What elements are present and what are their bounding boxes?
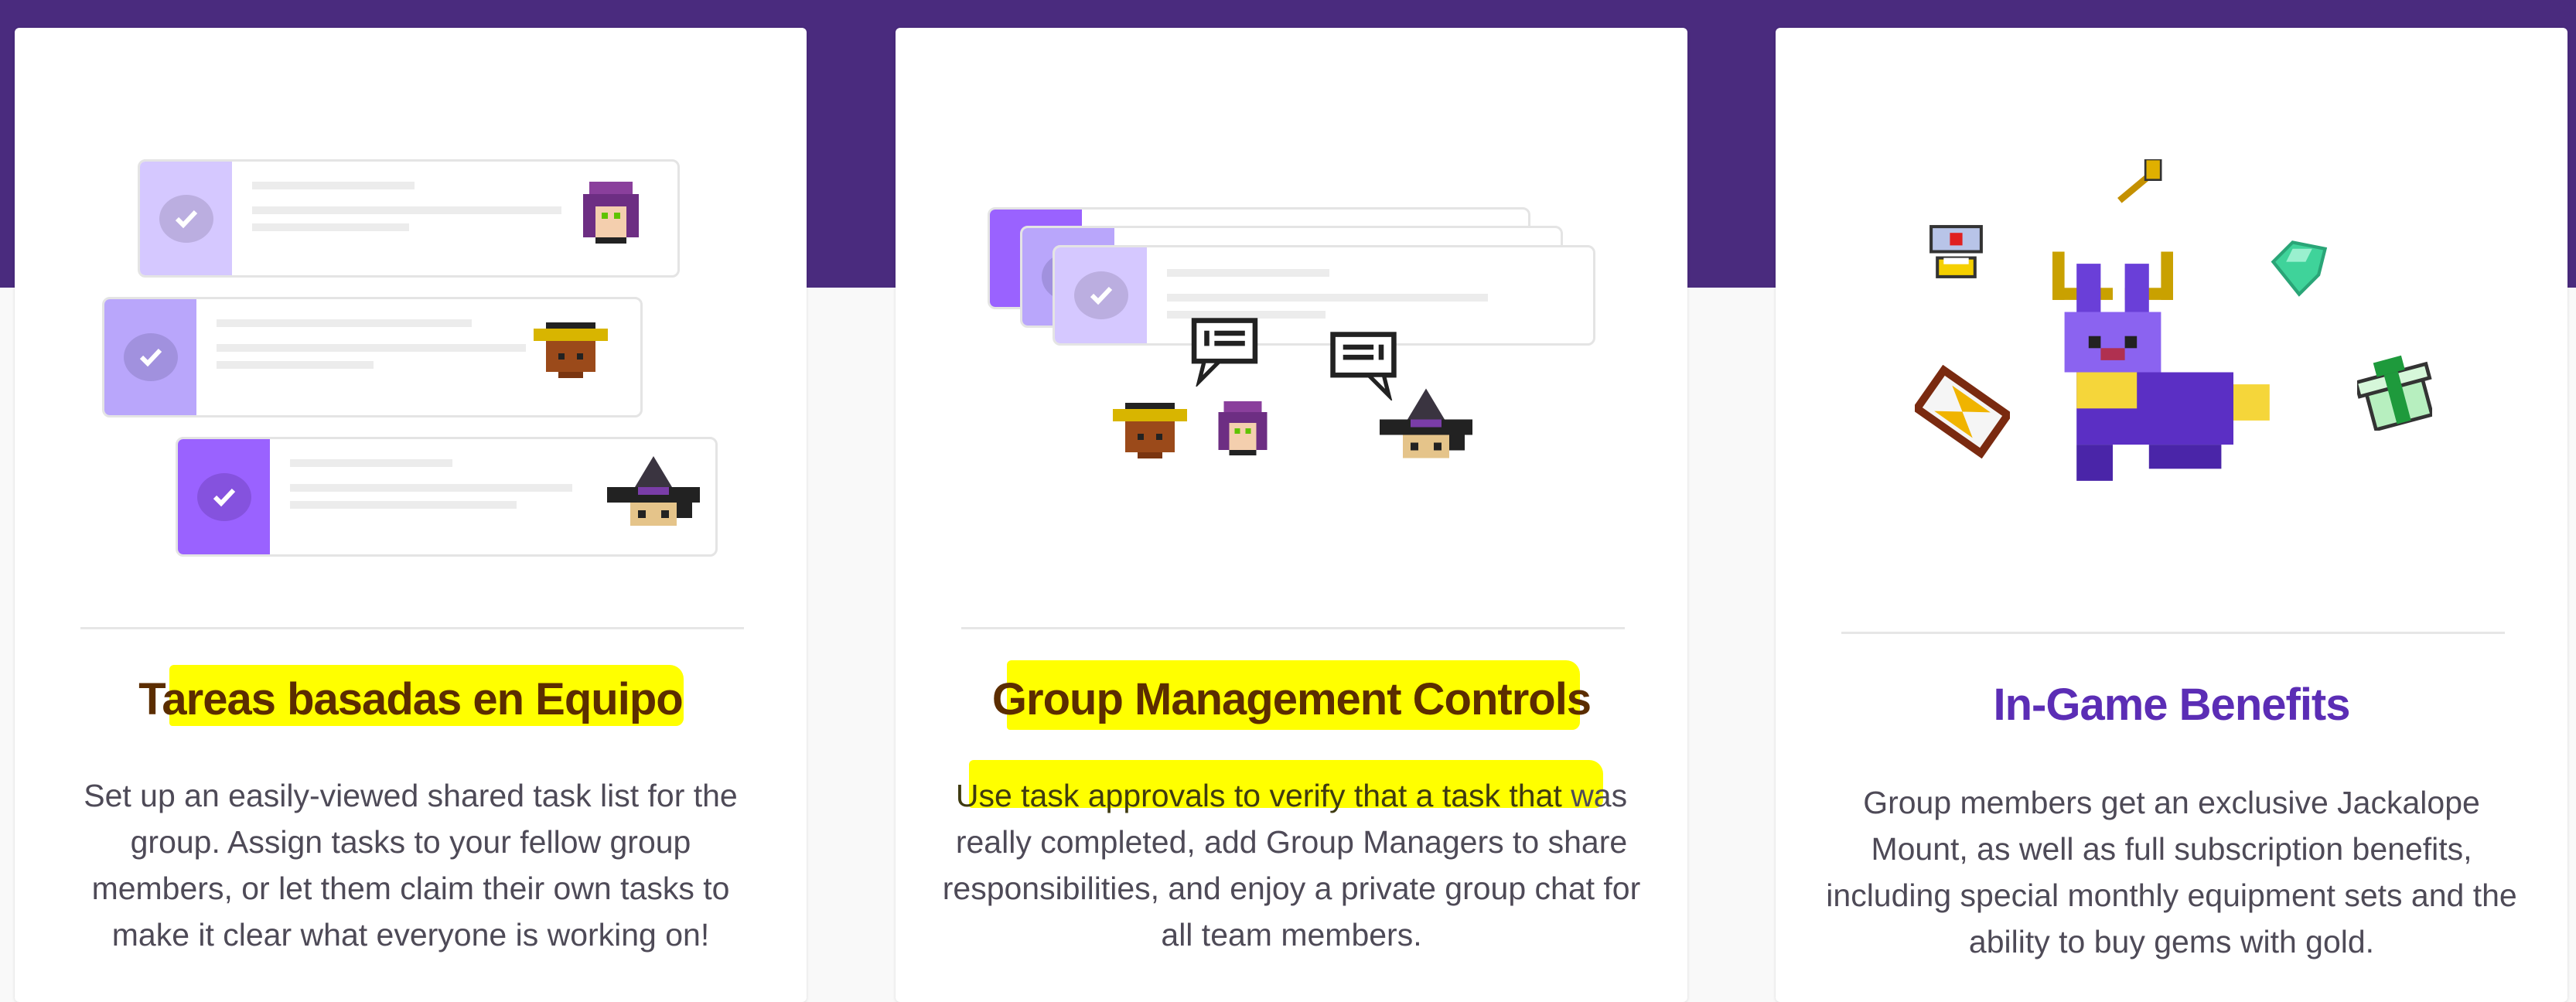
- avatar-purple-hood-icon: [1218, 401, 1268, 455]
- task-row: [138, 159, 680, 278]
- feature-card-team-tasks: Tareas basadas en Equipo Set up an easil…: [15, 28, 807, 1002]
- gem-icon: [2271, 240, 2328, 297]
- card-description: Set up an easily-viewed shared task list…: [84, 778, 738, 953]
- task-row: [176, 437, 718, 557]
- card-divider: [961, 627, 1625, 629]
- speech-bubble-icon: [1191, 318, 1258, 387]
- card-description: Use task approvals to verify that a task…: [942, 772, 1641, 958]
- gift-box-icon: [2357, 355, 2432, 431]
- card-divider: [1841, 632, 2505, 634]
- highlighted-text: Use task approvals to verify that a task…: [955, 778, 1562, 813]
- avatar-purple-hood-icon: [583, 182, 639, 244]
- jackalope-mount-icon: [2052, 251, 2270, 481]
- avatar-gold-crown-icon: [534, 322, 608, 378]
- feature-card-in-game-benefits: In-Game Benefits Group members get an ex…: [1776, 28, 2567, 1002]
- check-icon: [197, 472, 251, 521]
- card-description: Group members get an exclusive Jackalope…: [1826, 785, 2517, 959]
- hourglass-icon: [1915, 365, 2010, 458]
- task-row: [1053, 245, 1595, 346]
- feature-card-group-management: Group Management Controls Use task appro…: [896, 28, 1687, 1002]
- check-icon: [124, 333, 178, 381]
- check-icon: [1074, 271, 1128, 319]
- card-title: Tareas basadas en Equipo: [138, 674, 683, 724]
- crown-ring-icon: [1929, 225, 1983, 278]
- avatar-witch-hat-icon: [1380, 388, 1472, 458]
- check-icon: [159, 194, 213, 243]
- card-divider: [80, 627, 744, 629]
- card-title: Group Management Controls: [991, 674, 1592, 724]
- task-row: [102, 297, 643, 418]
- avatar-gold-crown-icon: [1113, 403, 1187, 458]
- card-title: In-Game Benefits: [1993, 680, 2351, 730]
- golden-key-icon: [2117, 159, 2162, 203]
- avatar-witch-hat-icon: [607, 456, 700, 526]
